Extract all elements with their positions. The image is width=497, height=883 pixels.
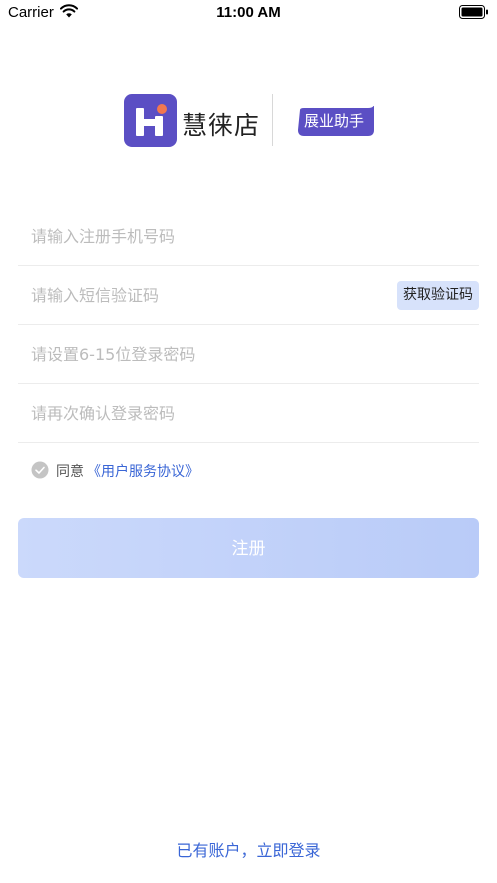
brand-logo-icon — [124, 94, 177, 147]
agree-checkbox-icon[interactable] — [31, 461, 49, 479]
brand-tag: 展业助手 — [303, 112, 364, 130]
password-field-row — [18, 325, 479, 384]
login-link[interactable]: 已有账户，立即登录 — [0, 837, 497, 861]
confirm-password-field-row — [18, 384, 479, 443]
register-form: 获取验证码 — [18, 207, 479, 443]
get-code-button[interactable]: 获取验证码 — [397, 281, 479, 310]
battery-icon — [459, 5, 488, 19]
status-bar: Carrier 11:00 AM — [0, 0, 497, 26]
register-button[interactable]: 注册 — [18, 518, 479, 578]
confirm-password-input[interactable] — [31, 384, 391, 442]
user-agreement-link[interactable]: 《用户服务协议》 — [87, 461, 199, 481]
brand-header: 慧徕店 展业助手 — [0, 94, 497, 148]
phone-input[interactable] — [31, 207, 391, 265]
brand-divider — [272, 94, 273, 146]
agreement-prefix: 同意 — [56, 464, 84, 480]
status-time: 11:00 AM — [216, 4, 281, 21]
password-input[interactable] — [31, 325, 391, 383]
sms-code-input[interactable] — [31, 266, 391, 324]
sms-code-field-row: 获取验证码 — [18, 266, 479, 325]
brand-name: 慧徕店 — [182, 111, 261, 140]
phone-field-row — [18, 207, 479, 266]
